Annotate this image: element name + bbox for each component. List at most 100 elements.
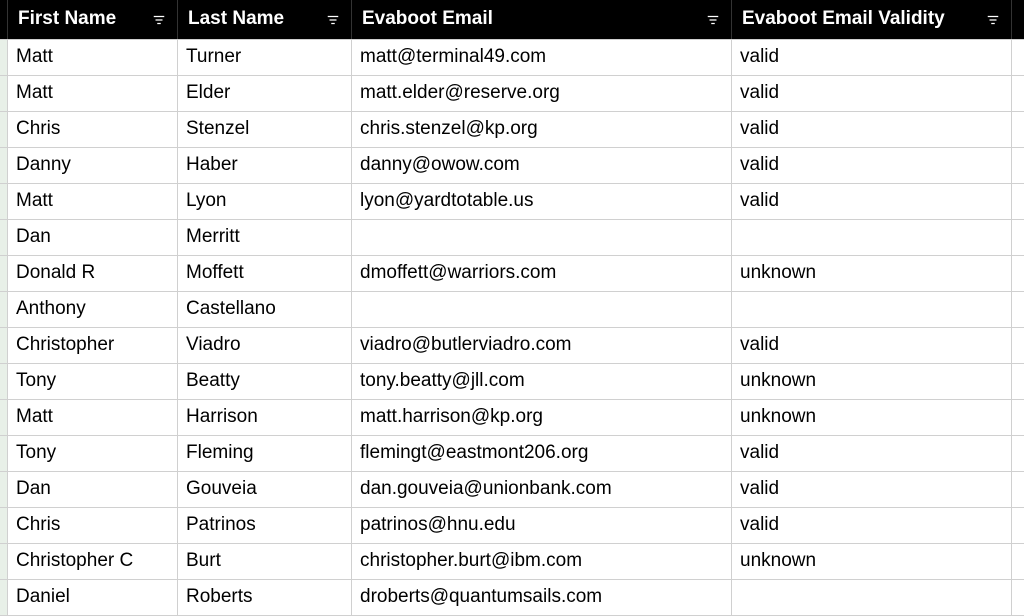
cell-last-name[interactable]: Harrison bbox=[178, 400, 352, 435]
cell-last-name[interactable]: Gouveia bbox=[178, 472, 352, 507]
cell-validity[interactable]: unknown bbox=[732, 256, 1012, 291]
cell-first-name[interactable]: Donald R bbox=[8, 256, 178, 291]
cell-email[interactable]: christopher.burt@ibm.com bbox=[352, 544, 732, 579]
row-gutter[interactable] bbox=[0, 184, 8, 219]
cell-tail[interactable] bbox=[1012, 76, 1024, 111]
cell-validity[interactable]: valid bbox=[732, 328, 1012, 363]
cell-last-name[interactable]: Turner bbox=[178, 40, 352, 75]
cell-email[interactable]: matt.elder@reserve.org bbox=[352, 76, 732, 111]
cell-email[interactable] bbox=[352, 220, 732, 255]
cell-first-name[interactable]: Anthony bbox=[8, 292, 178, 327]
cell-email[interactable]: dmoffett@warriors.com bbox=[352, 256, 732, 291]
cell-validity[interactable]: valid bbox=[732, 112, 1012, 147]
cell-last-name[interactable]: Moffett bbox=[178, 256, 352, 291]
cell-tail[interactable] bbox=[1012, 508, 1024, 543]
cell-email[interactable]: chris.stenzel@kp.org bbox=[352, 112, 732, 147]
cell-first-name[interactable]: Dan bbox=[8, 220, 178, 255]
cell-first-name[interactable]: Matt bbox=[8, 40, 178, 75]
cell-last-name[interactable]: Beatty bbox=[178, 364, 352, 399]
cell-tail[interactable] bbox=[1012, 40, 1024, 75]
cell-tail[interactable] bbox=[1012, 544, 1024, 579]
column-header-validity[interactable]: Evaboot Email Validity bbox=[732, 0, 1012, 39]
cell-last-name[interactable]: Elder bbox=[178, 76, 352, 111]
cell-tail[interactable] bbox=[1012, 436, 1024, 471]
cell-validity[interactable]: unknown bbox=[732, 544, 1012, 579]
cell-email[interactable]: tony.beatty@jll.com bbox=[352, 364, 732, 399]
cell-validity[interactable]: unknown bbox=[732, 400, 1012, 435]
column-header-first-name[interactable]: First Name bbox=[8, 0, 178, 39]
cell-tail[interactable] bbox=[1012, 328, 1024, 363]
row-gutter[interactable] bbox=[0, 544, 8, 579]
row-gutter[interactable] bbox=[0, 292, 8, 327]
row-gutter[interactable] bbox=[0, 364, 8, 399]
column-header-email[interactable]: Evaboot Email bbox=[352, 0, 732, 39]
row-gutter[interactable] bbox=[0, 400, 8, 435]
cell-last-name[interactable]: Merritt bbox=[178, 220, 352, 255]
cell-first-name[interactable]: Matt bbox=[8, 76, 178, 111]
cell-validity[interactable]: valid bbox=[732, 508, 1012, 543]
cell-last-name[interactable]: Stenzel bbox=[178, 112, 352, 147]
column-header-last-name[interactable]: Last Name bbox=[178, 0, 352, 39]
cell-first-name[interactable]: Christopher C bbox=[8, 544, 178, 579]
cell-validity[interactable]: valid bbox=[732, 148, 1012, 183]
cell-validity[interactable]: valid bbox=[732, 40, 1012, 75]
row-gutter[interactable] bbox=[0, 508, 8, 543]
cell-first-name[interactable]: Daniel bbox=[8, 580, 178, 615]
cell-first-name[interactable]: Matt bbox=[8, 400, 178, 435]
cell-tail[interactable] bbox=[1012, 220, 1024, 255]
cell-last-name[interactable]: Lyon bbox=[178, 184, 352, 219]
row-gutter[interactable] bbox=[0, 40, 8, 75]
cell-first-name[interactable]: Tony bbox=[8, 436, 178, 471]
cell-first-name[interactable]: Tony bbox=[8, 364, 178, 399]
cell-first-name[interactable]: Danny bbox=[8, 148, 178, 183]
cell-validity[interactable]: valid bbox=[732, 436, 1012, 471]
cell-last-name[interactable]: Castellano bbox=[178, 292, 352, 327]
cell-tail[interactable] bbox=[1012, 256, 1024, 291]
cell-last-name[interactable]: Fleming bbox=[178, 436, 352, 471]
cell-validity[interactable] bbox=[732, 292, 1012, 327]
cell-last-name[interactable]: Haber bbox=[178, 148, 352, 183]
cell-email[interactable]: lyon@yardtotable.us bbox=[352, 184, 732, 219]
cell-email[interactable]: danny@owow.com bbox=[352, 148, 732, 183]
cell-tail[interactable] bbox=[1012, 400, 1024, 435]
cell-validity[interactable]: unknown bbox=[732, 364, 1012, 399]
row-gutter[interactable] bbox=[0, 220, 8, 255]
cell-last-name[interactable]: Viadro bbox=[178, 328, 352, 363]
row-gutter[interactable] bbox=[0, 76, 8, 111]
cell-first-name[interactable]: Chris bbox=[8, 112, 178, 147]
cell-first-name[interactable]: Chris bbox=[8, 508, 178, 543]
row-gutter[interactable] bbox=[0, 472, 8, 507]
cell-first-name[interactable]: Matt bbox=[8, 184, 178, 219]
cell-email[interactable]: viadro@butlerviadro.com bbox=[352, 328, 732, 363]
cell-validity[interactable]: valid bbox=[732, 472, 1012, 507]
cell-validity[interactable]: valid bbox=[732, 76, 1012, 111]
cell-email[interactable]: patrinos@hnu.edu bbox=[352, 508, 732, 543]
cell-validity[interactable]: valid bbox=[732, 184, 1012, 219]
cell-email[interactable] bbox=[352, 292, 732, 327]
cell-tail[interactable] bbox=[1012, 580, 1024, 615]
row-gutter[interactable] bbox=[0, 436, 8, 471]
cell-validity[interactable] bbox=[732, 220, 1012, 255]
filter-icon[interactable] bbox=[325, 12, 341, 28]
filter-icon[interactable] bbox=[985, 12, 1001, 28]
row-gutter[interactable] bbox=[0, 112, 8, 147]
cell-first-name[interactable]: Christopher bbox=[8, 328, 178, 363]
cell-email[interactable]: matt@terminal49.com bbox=[352, 40, 732, 75]
cell-tail[interactable] bbox=[1012, 184, 1024, 219]
row-gutter[interactable] bbox=[0, 580, 8, 615]
cell-last-name[interactable]: Burt bbox=[178, 544, 352, 579]
cell-email[interactable]: dan.gouveia@unionbank.com bbox=[352, 472, 732, 507]
filter-icon[interactable] bbox=[705, 12, 721, 28]
filter-icon[interactable] bbox=[151, 12, 167, 28]
row-gutter[interactable] bbox=[0, 328, 8, 363]
cell-tail[interactable] bbox=[1012, 148, 1024, 183]
cell-email[interactable]: matt.harrison@kp.org bbox=[352, 400, 732, 435]
cell-validity[interactable] bbox=[732, 580, 1012, 615]
cell-last-name[interactable]: Roberts bbox=[178, 580, 352, 615]
cell-tail[interactable] bbox=[1012, 112, 1024, 147]
row-gutter[interactable] bbox=[0, 256, 8, 291]
cell-last-name[interactable]: Patrinos bbox=[178, 508, 352, 543]
cell-email[interactable]: droberts@quantumsails.com bbox=[352, 580, 732, 615]
cell-first-name[interactable]: Dan bbox=[8, 472, 178, 507]
cell-tail[interactable] bbox=[1012, 472, 1024, 507]
